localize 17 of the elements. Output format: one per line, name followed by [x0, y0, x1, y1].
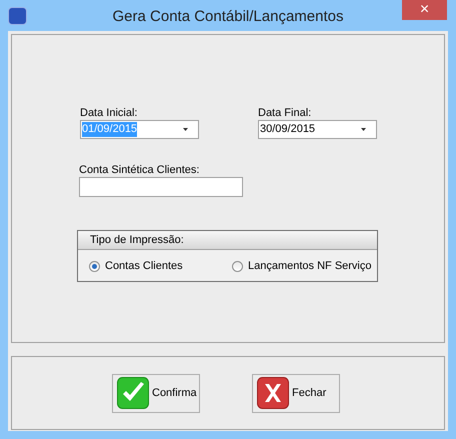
dialog-button[interactable]: Confirma — [112, 374, 200, 412]
radio-option[interactable]: Lançamentos NF Serviço — [232, 258, 372, 274]
field-label: Data Final: — [258, 106, 312, 120]
field-label: Data Inicial: — [80, 106, 138, 120]
close-x-icon — [257, 377, 289, 409]
input-field[interactable] — [79, 177, 243, 197]
app-logo-icon — [8, 6, 27, 24]
field-label: Conta Sintética Clientes: — [79, 163, 200, 177]
dialog-button[interactable]: Fechar — [252, 374, 340, 412]
group-title: Tipo de Impressão: — [78, 231, 377, 250]
radio-option[interactable]: Contas Clientes — [89, 258, 232, 274]
check-icon — [117, 377, 149, 409]
window-title: Gera Conta Contábil/Lançamentos — [112, 7, 344, 27]
date-dropdown[interactable]: 30/09/2015 — [258, 120, 377, 139]
dropdown-caret-icon — [183, 128, 188, 131]
close-button[interactable]: × — [402, 0, 447, 20]
dropdown-caret-icon — [361, 128, 366, 131]
